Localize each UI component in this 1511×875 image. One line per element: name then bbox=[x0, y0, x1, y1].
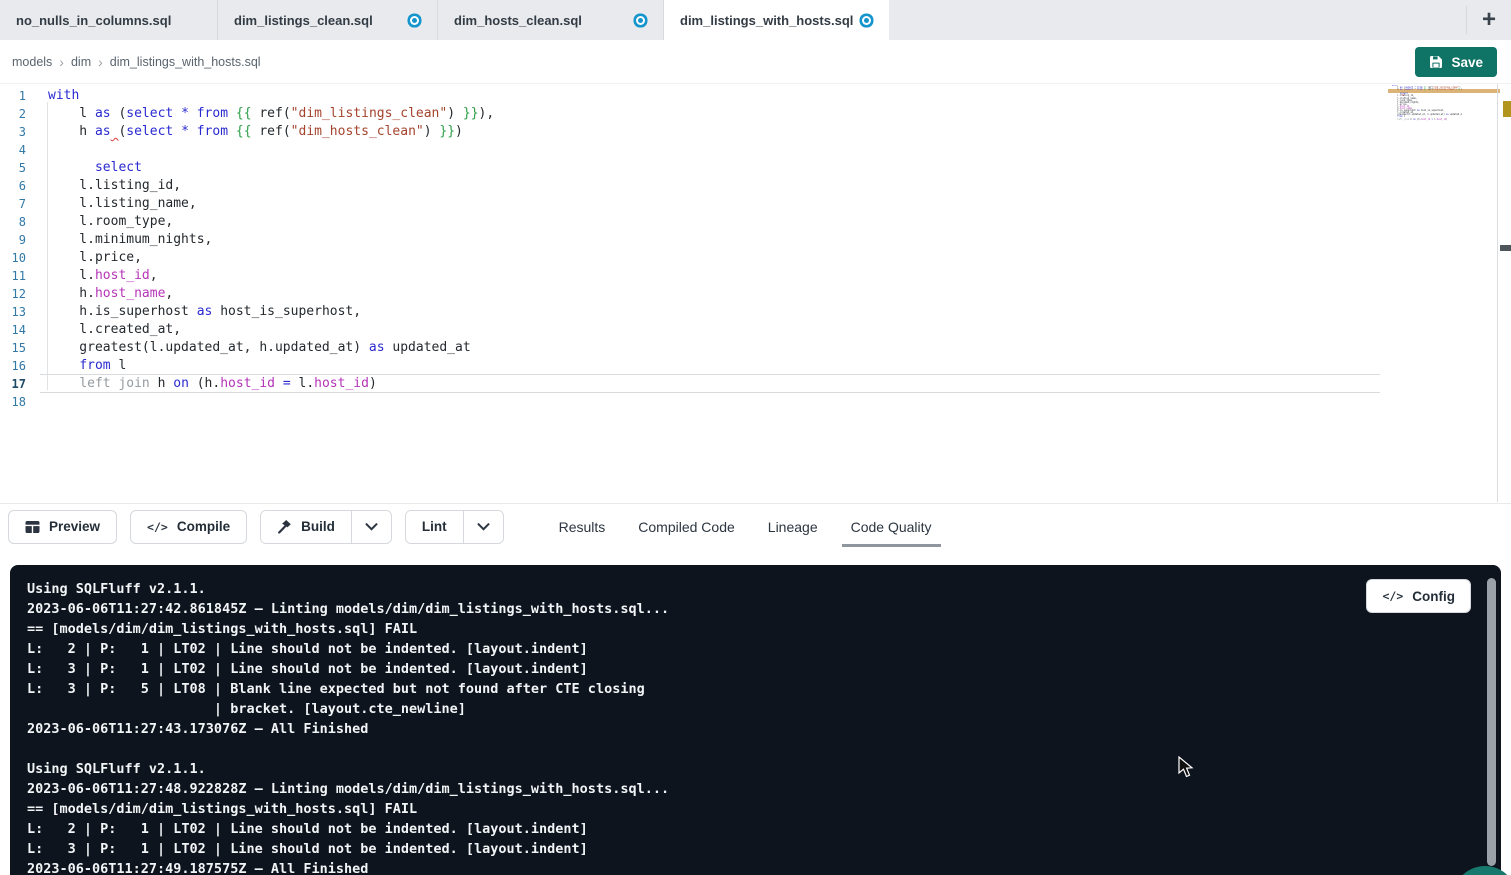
breadcrumb-models[interactable]: models bbox=[12, 55, 52, 69]
breadcrumb-bar: models › dim › dim_listings_with_hosts.s… bbox=[0, 40, 1511, 84]
tabbar-spacer bbox=[889, 0, 1466, 40]
tab-results[interactable]: Results bbox=[559, 504, 606, 549]
line-number: 15 bbox=[0, 339, 40, 357]
editor-tabbar: no_nulls_in_columns.sql dim_listings_cle… bbox=[0, 0, 1511, 40]
chevron-right-icon: › bbox=[98, 54, 103, 70]
lint-output-terminal: Using SQLFluff v2.1.1. 2023-06-06T11:27:… bbox=[10, 565, 1501, 875]
terminal-output-text: Using SQLFluff v2.1.1. 2023-06-06T11:27:… bbox=[10, 565, 1501, 875]
code-line[interactable]: 6 l.listing_id, bbox=[0, 177, 1511, 195]
line-number: 18 bbox=[0, 393, 40, 411]
code-line[interactable]: 14 l.created_at, bbox=[0, 321, 1511, 339]
unsaved-changes-icon bbox=[638, 18, 643, 23]
config-label: Config bbox=[1412, 589, 1455, 604]
code-editor[interactable]: 1with2 l as (select * from {{ ref("dim_l… bbox=[0, 84, 1511, 503]
lint-split-button: Lint bbox=[405, 510, 504, 544]
minimap[interactable]: with l as (select * from {{ ref("dim_lis… bbox=[1390, 85, 1462, 123]
new-tab-button[interactable]: + bbox=[1467, 0, 1511, 40]
indent-guide bbox=[47, 102, 48, 390]
line-number: 7 bbox=[0, 195, 40, 213]
tab-code-quality[interactable]: Code Quality bbox=[851, 504, 932, 549]
line-number: 16 bbox=[0, 357, 40, 375]
tab-dim-listings-with-hosts[interactable]: dim_listings_with_hosts.sql bbox=[664, 0, 889, 40]
code-line[interactable]: 12 h.host_name, bbox=[0, 285, 1511, 303]
unsaved-changes-icon bbox=[412, 18, 417, 23]
action-toolbar: Preview </> Compile Build Lint bbox=[0, 503, 1511, 549]
code-line[interactable]: 8 l.room_type, bbox=[0, 213, 1511, 231]
save-button[interactable]: Save bbox=[1415, 47, 1497, 77]
breadcrumb-dim[interactable]: dim bbox=[71, 55, 91, 69]
build-label: Build bbox=[301, 519, 335, 534]
code-line[interactable]: 1with bbox=[0, 87, 1511, 105]
build-split-button: Build bbox=[260, 510, 392, 544]
tab-label: dim_listings_with_hosts.sql bbox=[680, 13, 853, 28]
code-line bbox=[1390, 121, 1462, 123]
code-line[interactable]: 2 l as (select * from {{ ref("dim_listin… bbox=[0, 105, 1511, 123]
line-number: 5 bbox=[0, 159, 40, 177]
code-line[interactable]: 15 greatest(l.updated_at, h.updated_at) … bbox=[0, 339, 1511, 357]
code-line[interactable]: 5 select bbox=[0, 159, 1511, 177]
terminal-scrollbar-thumb[interactable] bbox=[1487, 578, 1496, 866]
tab-label: dim_listings_clean.sql bbox=[234, 13, 373, 28]
code-icon: </> bbox=[1382, 589, 1403, 603]
code-line[interactable]: 16 from l bbox=[0, 357, 1511, 375]
code-line[interactable]: 17 left join h on (h.host_id = l.host_id… bbox=[0, 375, 1511, 393]
lint-label: Lint bbox=[422, 519, 447, 534]
line-number: 3 bbox=[0, 123, 40, 141]
chevron-down-icon bbox=[477, 523, 490, 531]
line-number: 12 bbox=[0, 285, 40, 303]
code-line[interactable]: 13 h.is_superhost as host_is_superhost, bbox=[0, 303, 1511, 321]
tab-dim-hosts-clean[interactable]: dim_hosts_clean.sql bbox=[438, 0, 664, 40]
preview-button[interactable]: Preview bbox=[8, 510, 117, 544]
hammer-icon bbox=[277, 519, 292, 534]
breadcrumb-file: dim_listings_with_hosts.sql bbox=[110, 55, 261, 69]
save-label: Save bbox=[1451, 55, 1483, 70]
line-number: 4 bbox=[0, 141, 40, 159]
tab-label: no_nulls_in_columns.sql bbox=[16, 13, 171, 28]
line-number: 14 bbox=[0, 321, 40, 339]
unsaved-changes-icon bbox=[864, 18, 869, 23]
floppy-disk-icon bbox=[1429, 55, 1443, 69]
config-button[interactable]: </> Config bbox=[1366, 579, 1471, 613]
code-line[interactable]: 3 h as (select * from {{ ref("dim_hosts_… bbox=[0, 123, 1511, 141]
line-number: 9 bbox=[0, 231, 40, 249]
editor-scrollbar-thumb[interactable] bbox=[1500, 245, 1511, 251]
lint-dropdown-button[interactable] bbox=[463, 511, 503, 543]
code-line[interactable]: 4 bbox=[0, 141, 1511, 159]
chevron-down-icon bbox=[365, 523, 378, 531]
line-number: 11 bbox=[0, 267, 40, 285]
editor-scrollbar-track bbox=[1497, 84, 1498, 502]
tab-compiled-code[interactable]: Compiled Code bbox=[638, 504, 735, 549]
tab-label: dim_hosts_clean.sql bbox=[454, 13, 582, 28]
results-panel-tabs: Results Compiled Code Lineage Code Quali… bbox=[559, 504, 932, 549]
code-line[interactable]: 18 bbox=[0, 393, 1511, 411]
table-icon bbox=[25, 520, 40, 534]
line-number: 13 bbox=[0, 303, 40, 321]
tab-lineage[interactable]: Lineage bbox=[768, 504, 818, 549]
preview-label: Preview bbox=[49, 519, 100, 534]
line-number: 1 bbox=[0, 87, 40, 105]
build-dropdown-button[interactable] bbox=[351, 511, 391, 543]
scrollbar-warning-marker bbox=[1503, 101, 1511, 117]
line-number: 6 bbox=[0, 177, 40, 195]
lint-button[interactable]: Lint bbox=[406, 511, 463, 543]
compile-label: Compile bbox=[177, 519, 230, 534]
dbt-ide-window: no_nulls_in_columns.sql dim_listings_cle… bbox=[0, 0, 1511, 875]
line-number: 2 bbox=[0, 105, 40, 123]
code-line[interactable]: 9 l.minimum_nights, bbox=[0, 231, 1511, 249]
code-line[interactable]: 7 l.listing_name, bbox=[0, 195, 1511, 213]
line-number: 17 bbox=[0, 375, 40, 393]
tab-dim-listings-clean[interactable]: dim_listings_clean.sql bbox=[218, 0, 438, 40]
line-number: 8 bbox=[0, 213, 40, 231]
build-button[interactable]: Build bbox=[261, 511, 351, 543]
compile-button[interactable]: </> Compile bbox=[130, 510, 247, 544]
chevron-right-icon: › bbox=[59, 54, 64, 70]
code-line[interactable]: 11 l.host_id, bbox=[0, 267, 1511, 285]
code-lines: 1with2 l as (select * from {{ ref("dim_l… bbox=[0, 87, 1511, 411]
code-line[interactable]: 10 l.price, bbox=[0, 249, 1511, 267]
tab-no-nulls-in-columns[interactable]: no_nulls_in_columns.sql bbox=[0, 0, 218, 40]
line-number: 10 bbox=[0, 249, 40, 267]
code-icon: </> bbox=[147, 520, 168, 534]
